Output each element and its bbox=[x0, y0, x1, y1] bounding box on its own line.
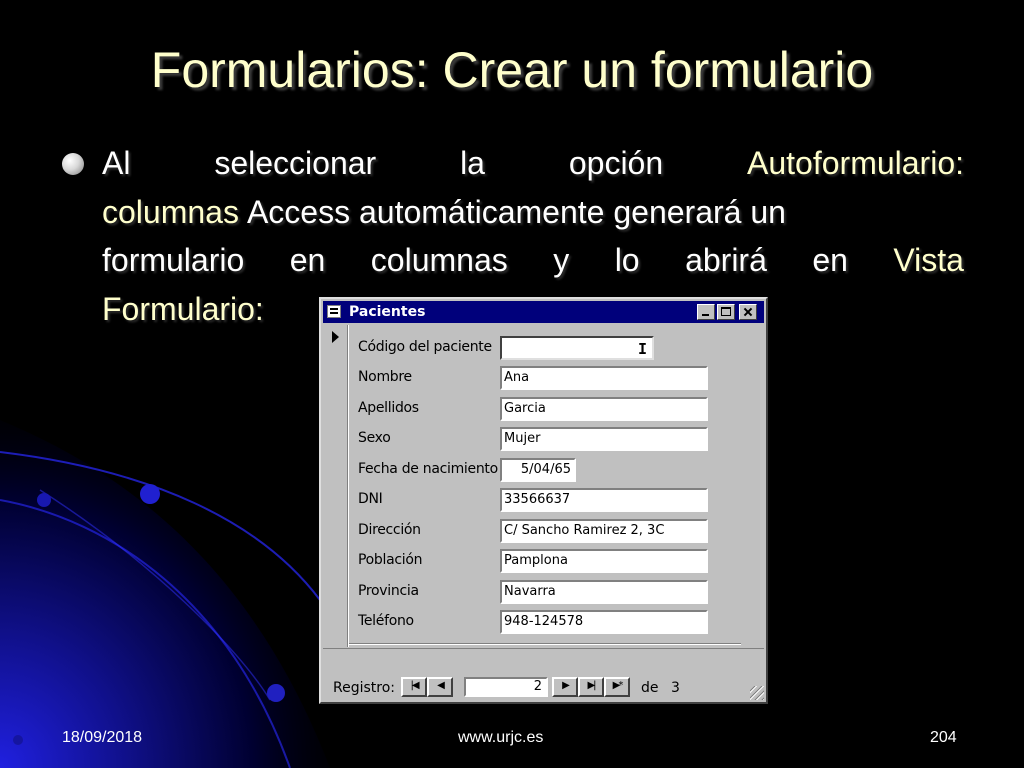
label-fecha-nacimiento: Fecha de nacimiento bbox=[358, 461, 498, 477]
form-detail-area: Código del paciente I Nombre Ana Apellid… bbox=[323, 325, 764, 649]
bullet-word: y bbox=[553, 242, 570, 278]
current-record-input[interactable]: 2 bbox=[464, 677, 548, 697]
bullet-word: la bbox=[460, 145, 485, 181]
bullet-word: abrirá bbox=[685, 242, 767, 278]
window-title: Pacientes bbox=[349, 304, 426, 320]
input-apellidos[interactable]: Garcia bbox=[500, 397, 708, 421]
bullet-word: lo bbox=[614, 242, 640, 278]
bullet-icon bbox=[62, 153, 84, 175]
input-dni[interactable]: 33566637 bbox=[500, 488, 708, 512]
bullet-word: formulario bbox=[102, 242, 245, 278]
bullet-word: columnas bbox=[370, 242, 508, 278]
bullet-text: Access automáticamente generará un bbox=[246, 194, 786, 230]
record-selector[interactable] bbox=[323, 325, 348, 647]
bullet-line-1: Al seleccionar la opción Autoformulario: bbox=[102, 144, 964, 182]
bullet-line-3: formulario en columnas y lo abrirá en Vi… bbox=[102, 241, 964, 279]
input-direccion[interactable]: C/ Sancho Ramirez 2, 3C bbox=[500, 519, 708, 543]
input-nombre[interactable]: Ana bbox=[500, 366, 708, 390]
slide-title: Formularios: Crear un formulario bbox=[150, 42, 874, 98]
label-dni: DNI bbox=[358, 491, 383, 507]
label-sexo: Sexo bbox=[358, 430, 391, 446]
text-cursor-icon: I bbox=[637, 340, 647, 358]
bullet-word: opción bbox=[568, 145, 664, 181]
form-icon[interactable] bbox=[327, 305, 341, 318]
record-total: de 3 bbox=[641, 680, 680, 696]
record-navigation-bar: Registro: |◀ ◀ 2 ▶ ▶| ▶* de 3 bbox=[323, 675, 764, 700]
bullet-highlight: Autoformulario: bbox=[747, 145, 964, 181]
next-record-button[interactable]: ▶ bbox=[552, 677, 578, 697]
resize-grip-icon[interactable] bbox=[750, 686, 764, 700]
maximize-button[interactable] bbox=[717, 304, 735, 320]
input-poblacion[interactable]: Pamplona bbox=[500, 549, 708, 573]
bullet-word: Al bbox=[102, 145, 131, 181]
label-poblacion: Población bbox=[358, 552, 423, 568]
detail-section-divider bbox=[349, 643, 741, 644]
record-label: Registro: bbox=[333, 680, 396, 696]
label-direccion: Dirección bbox=[358, 522, 421, 538]
minimize-button[interactable] bbox=[697, 304, 715, 320]
previous-record-button[interactable]: ◀ bbox=[427, 677, 453, 697]
label-apellidos: Apellidos bbox=[358, 400, 419, 416]
input-codigo[interactable]: I bbox=[500, 336, 654, 360]
bullet-highlight: columnas bbox=[102, 194, 239, 230]
bullet-word: en bbox=[812, 242, 848, 278]
input-fecha-nacimiento[interactable]: 5/04/65 bbox=[500, 458, 576, 482]
input-sexo[interactable]: Mujer bbox=[500, 427, 708, 451]
footer-date: 18/09/2018 bbox=[62, 729, 143, 746]
label-provincia: Provincia bbox=[358, 583, 419, 599]
bullet-highlight: Vista bbox=[893, 242, 964, 278]
last-record-button[interactable]: ▶| bbox=[578, 677, 604, 697]
label-nombre: Nombre bbox=[358, 369, 412, 385]
label-telefono: Teléfono bbox=[358, 613, 414, 629]
bullet-line-2: columnas Access automáticamente generará … bbox=[102, 193, 964, 231]
input-provincia[interactable]: Navarra bbox=[500, 580, 708, 604]
footer-page-number: 204 bbox=[930, 729, 957, 746]
input-telefono[interactable]: 948-124578 bbox=[500, 610, 708, 634]
new-record-button[interactable]: ▶* bbox=[604, 677, 630, 697]
current-record-arrow-icon bbox=[332, 331, 339, 343]
first-record-button[interactable]: |◀ bbox=[401, 677, 427, 697]
window-titlebar[interactable]: Pacientes bbox=[323, 301, 764, 323]
bullet-word: en bbox=[289, 242, 326, 278]
bullet-word: seleccionar bbox=[214, 145, 377, 181]
label-codigo: Código del paciente bbox=[358, 339, 492, 355]
close-button[interactable] bbox=[739, 304, 757, 320]
bullet-highlight: Formulario: bbox=[102, 291, 264, 327]
footer-url: www.urjc.es bbox=[458, 729, 544, 746]
pacientes-form-window: Pacientes Código del paciente I Nombre A… bbox=[319, 297, 768, 704]
